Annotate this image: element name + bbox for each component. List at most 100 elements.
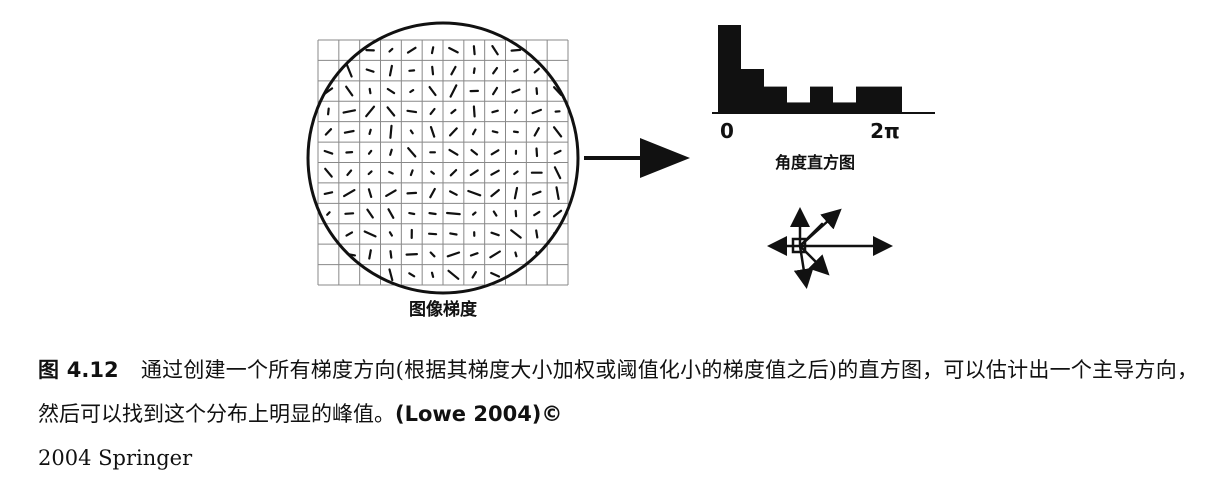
gradient-vector xyxy=(510,229,522,239)
gradient-vector xyxy=(368,249,372,260)
gradient-vector xyxy=(449,169,458,177)
gradient-vector xyxy=(490,271,501,278)
gradient-vector xyxy=(343,189,356,198)
gradient-vector xyxy=(389,148,393,156)
gradient-vector xyxy=(323,47,334,53)
gradient-vector xyxy=(550,47,565,53)
gradient-vector xyxy=(343,129,355,134)
axis-end-label: 2π xyxy=(870,119,900,143)
gradient-vector xyxy=(389,124,393,139)
gradient-vector xyxy=(406,46,417,54)
histogram-bar xyxy=(879,86,902,113)
gradient-vector xyxy=(513,170,519,176)
gradient-grid xyxy=(317,39,569,286)
gradient-vector xyxy=(448,148,459,156)
gradient-vector xyxy=(535,229,539,239)
gradient-vector xyxy=(469,169,479,177)
gradient-vector xyxy=(450,108,457,115)
gradient-vector xyxy=(490,149,500,156)
orientation-histogram xyxy=(718,25,902,113)
gradient-vector xyxy=(430,46,435,55)
gradient-vector xyxy=(325,68,332,73)
gradient-vector xyxy=(407,147,417,158)
gradient-vector xyxy=(450,65,457,76)
gradient-vector xyxy=(428,212,437,216)
gradient-vector xyxy=(346,271,352,279)
gradient-vector xyxy=(490,169,500,176)
gradient-vector xyxy=(514,251,518,258)
gradient-vector xyxy=(327,251,330,258)
gradient-vector xyxy=(345,63,353,78)
gradient-vector xyxy=(428,232,438,236)
gradient-vector xyxy=(491,44,499,56)
gradient-vector xyxy=(408,212,416,216)
gradient-vector xyxy=(368,128,372,135)
gradient-vector xyxy=(447,269,460,280)
gradient-vector xyxy=(491,130,499,134)
gradient-vector xyxy=(408,272,416,278)
gradient-vector xyxy=(471,128,477,136)
gradient-vector xyxy=(409,129,414,135)
histogram-bar xyxy=(787,102,810,113)
gradient-vector xyxy=(388,170,394,175)
caption-label: 图 4.12 xyxy=(38,358,119,382)
gradient-vector xyxy=(471,271,477,279)
gradient-vector xyxy=(556,65,560,76)
gradient-vector xyxy=(325,271,332,279)
gradient-vector xyxy=(430,170,435,175)
gradient-vector xyxy=(533,67,540,74)
gradient-vector xyxy=(490,231,500,237)
histogram-bar xyxy=(810,86,833,113)
gradient-vector xyxy=(492,66,499,75)
gradient-vector xyxy=(471,211,477,216)
gradient-vector xyxy=(446,251,461,258)
gradient-vector xyxy=(535,87,539,96)
gradient-vector xyxy=(367,188,373,198)
histogram-bar xyxy=(764,86,787,113)
gradient-vector xyxy=(365,105,376,118)
gradient-vector xyxy=(449,190,458,196)
gradient-vector xyxy=(409,169,414,177)
gradient-vector xyxy=(366,208,374,219)
gradient-vector xyxy=(387,208,395,219)
gradient-vector xyxy=(489,250,501,259)
gradient-vector xyxy=(490,189,500,198)
figure-illustration: 图像梯度 0 2π 角度直方图 xyxy=(306,21,935,320)
gradient-vector xyxy=(535,268,539,282)
gradient-vector xyxy=(342,109,356,114)
gradient-vector xyxy=(323,191,334,195)
gradient-vector xyxy=(324,167,333,178)
gradient-vector xyxy=(367,170,373,176)
gradient-vector xyxy=(323,149,334,155)
gradient-vector xyxy=(511,88,521,94)
histogram-bar xyxy=(833,102,856,113)
gradient-vector xyxy=(342,252,356,257)
gradient-vector xyxy=(429,125,436,138)
gradient-vector xyxy=(512,130,519,134)
gradient-vector xyxy=(346,169,353,176)
gradient-vector xyxy=(405,253,418,256)
gradient-vector xyxy=(553,166,562,180)
gradient-vector xyxy=(406,191,418,195)
gradient-vector xyxy=(388,64,393,77)
gradient-label: 图像梯度 xyxy=(409,299,478,320)
histogram-label: 角度直方图 xyxy=(775,153,855,172)
gradient-vector xyxy=(533,127,540,137)
gradient-vector xyxy=(553,149,562,155)
gradient-vector xyxy=(327,107,330,116)
gradient-vector xyxy=(409,88,415,94)
gradient-vector xyxy=(472,105,476,118)
gradient-vector xyxy=(492,210,498,217)
gradient-vector xyxy=(552,273,563,277)
caption-citation: (Lowe 2004)© xyxy=(395,402,563,426)
histogram-bar xyxy=(741,69,764,113)
gradient-vector xyxy=(533,210,541,217)
gradient-vector xyxy=(448,46,459,54)
gradient-vector xyxy=(368,87,372,95)
gradient-vector xyxy=(344,212,355,215)
gradient-vector xyxy=(429,251,436,258)
gradient-vector xyxy=(345,85,354,97)
gradient-vector xyxy=(363,230,377,238)
gradient-vector xyxy=(431,65,435,76)
gradient-vector xyxy=(552,252,564,257)
